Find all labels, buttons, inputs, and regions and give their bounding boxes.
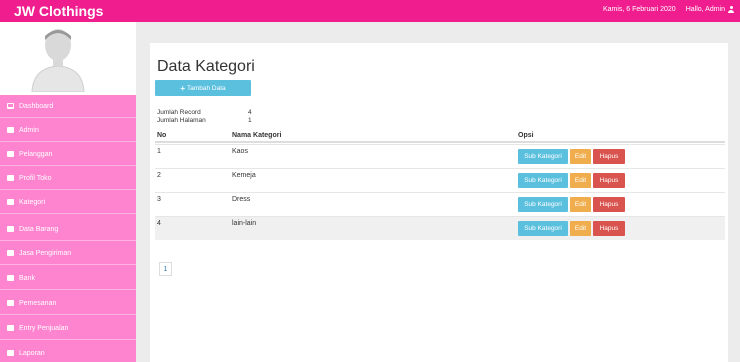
user-menu[interactable]: Hallo, Admin [686, 6, 734, 13]
sidebar-item-label: Admin [19, 126, 39, 134]
sidebar-item-label: Data Barang [19, 225, 59, 233]
sub-category-button[interactable]: Sub Kategori [518, 221, 568, 236]
edit-button[interactable]: Edit [570, 221, 591, 236]
list-icon [7, 275, 14, 281]
sub-category-button[interactable]: Sub Kategori [518, 197, 568, 212]
add-data-label: Tambah Data [187, 84, 226, 92]
delete-button[interactable]: Hapus [593, 197, 625, 212]
list-icon [7, 151, 14, 157]
edit-button[interactable]: Edit [570, 149, 591, 164]
table-row: 1 Kaos Sub Kategori Edit Hapus [155, 144, 725, 168]
plus-icon: + [180, 83, 185, 93]
sidebar-item-label: Bank [19, 274, 35, 282]
sidebar-item-label: Pelanggan [19, 150, 53, 158]
sidebar-item-label: Profil Toko [19, 174, 52, 182]
sidebar-item-bank[interactable]: Bank [0, 267, 136, 290]
current-date: Kamis, 6 Februari 2020 [602, 6, 676, 13]
list-icon [7, 199, 14, 205]
sidebar-item-admin[interactable]: Admin [0, 119, 136, 142]
sidebar-item-label: Dashboard [19, 102, 54, 110]
row-number: 3 [157, 196, 161, 203]
list-icon [7, 250, 14, 256]
avatar [31, 29, 85, 92]
sidebar-item-jasa-pengiriman[interactable]: Jasa Pengiriman [0, 242, 136, 265]
user-greeting: Hallo, Admin [685, 6, 725, 13]
record-count-label: Jumlah Record [157, 109, 201, 116]
sidebar-item-kategori[interactable]: Kategori [0, 191, 136, 214]
row-name: Kemeja [232, 172, 256, 179]
column-header-options: Opsi [518, 132, 534, 139]
list-icon [7, 300, 14, 306]
row-name: Kaos [232, 148, 248, 155]
sidebar-item-pemesanan[interactable]: Pemesanan [0, 292, 136, 315]
sidebar-item-profil-toko[interactable]: Profil Toko [0, 167, 136, 190]
record-count: Jumlah Record 4 [157, 109, 252, 116]
pagination-page-1[interactable]: 1 [159, 262, 172, 276]
add-data-button[interactable]: + Tambah Data [155, 80, 251, 96]
list-icon [7, 325, 14, 331]
monitor-icon [7, 103, 14, 109]
user-icon [728, 6, 734, 13]
sidebar-item-label: Pemesanan [19, 299, 57, 307]
delete-button[interactable]: Hapus [593, 221, 625, 236]
sidebar-item-label: Laporan [19, 349, 45, 357]
sub-category-button[interactable]: Sub Kategori [518, 173, 568, 188]
sidebar-item-laporan[interactable]: Laporan [0, 342, 136, 362]
row-actions: Sub Kategori Edit Hapus [518, 149, 625, 164]
top-right-info: Kamis, 6 Februari 2020 Hallo, Admin [603, 6, 734, 13]
list-icon [7, 175, 14, 181]
sub-category-button[interactable]: Sub Kategori [518, 149, 568, 164]
list-icon [7, 350, 14, 356]
page-title: Data Kategori [157, 58, 255, 75]
sidebar-item-label: Jasa Pengiriman [19, 249, 72, 257]
delete-button[interactable]: Hapus [593, 149, 625, 164]
table-header: No Nama Kategori Opsi [155, 129, 725, 143]
page-count-label: Jumlah Halaman [157, 117, 206, 124]
row-actions: Sub Kategori Edit Hapus [518, 173, 625, 188]
row-number: 4 [157, 220, 161, 227]
row-name: Dress [232, 196, 251, 203]
page-count-value: 1 [248, 117, 252, 124]
edit-button[interactable]: Edit [570, 173, 591, 188]
table-row: 3 Dress Sub Kategori Edit Hapus [155, 192, 725, 216]
row-number: 2 [157, 172, 161, 179]
list-icon [7, 226, 14, 232]
row-number: 1 [157, 148, 161, 155]
brand-title[interactable]: JW Clothings [14, 3, 103, 19]
content-panel: Data Kategori + Tambah Data Jumlah Recor… [150, 43, 728, 362]
record-count-value: 4 [248, 109, 252, 116]
column-header-name: Nama Kategori [232, 132, 282, 139]
sidebar: Dashboard Admin Pelanggan Profil Toko Ka… [0, 22, 136, 362]
sidebar-item-pelanggan[interactable]: Pelanggan [0, 143, 136, 166]
row-actions: Sub Kategori Edit Hapus [518, 197, 625, 212]
table-row: 2 Kemeja Sub Kategori Edit Hapus [155, 168, 725, 192]
table-row: 4 lain-lain Sub Kategori Edit Hapus [155, 216, 725, 240]
sidebar-item-entry-penjualan[interactable]: Entry Penjualan [0, 317, 136, 340]
edit-button[interactable]: Edit [570, 197, 591, 212]
column-header-no: No [157, 132, 167, 139]
sidebar-item-dashboard[interactable]: Dashboard [0, 95, 136, 118]
sidebar-item-label: Entry Penjualan [19, 324, 69, 332]
list-icon [7, 127, 14, 133]
row-actions: Sub Kategori Edit Hapus [518, 221, 625, 236]
row-name: lain-lain [232, 220, 257, 227]
page-count: Jumlah Halaman 1 [157, 117, 252, 124]
top-navbar: JW Clothings Kamis, 6 Februari 2020 Hall… [0, 0, 740, 22]
sidebar-item-label: Kategori [19, 198, 46, 206]
delete-button[interactable]: Hapus [593, 173, 625, 188]
sidebar-item-data-barang[interactable]: Data Barang [0, 218, 136, 241]
avatar-area [0, 22, 136, 95]
